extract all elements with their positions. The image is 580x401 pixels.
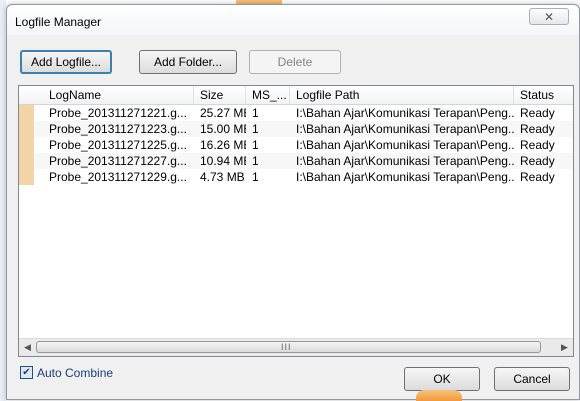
add-logfile-button[interactable]: Add Logfile... [20, 50, 112, 74]
row-gutter [19, 105, 34, 121]
cell-ms: 1 [252, 122, 259, 136]
scroll-left-button[interactable]: ◀ [19, 339, 36, 356]
cell-logfile-path: I:\Bahan Ajar\Komunikasi Terapan\Peng... [296, 106, 514, 120]
scroll-right-button[interactable]: ▶ [556, 339, 573, 356]
arrow-right-icon: ▶ [561, 342, 568, 352]
cell-ms: 1 [252, 154, 259, 168]
cell-ms: 1 [252, 138, 259, 152]
table-row[interactable]: Probe_201311271223.g... 15.00 MB 1 I:\Ba… [19, 121, 573, 137]
cell-status: Ready [520, 122, 555, 136]
list-header: LogName Size MS_... Logfile Path Status [19, 86, 573, 105]
cell-size: 10.94 MB [200, 154, 246, 168]
table-row[interactable]: Probe_201311271225.g... 16.26 MB 1 I:\Ba… [19, 137, 573, 153]
cell-ms: 1 [252, 106, 259, 120]
cell-logfile-path: I:\Bahan Ajar\Komunikasi Terapan\Peng... [296, 122, 514, 136]
cell-size: 15.00 MB [200, 122, 246, 136]
horizontal-scrollbar[interactable]: ◀ III ▶ [19, 338, 573, 356]
logfile-list[interactable]: LogName Size MS_... Logfile Path Status … [18, 85, 574, 357]
column-header-status[interactable]: Status [514, 86, 573, 104]
cell-logfile-path: I:\Bahan Ajar\Komunikasi Terapan\Peng... [296, 170, 514, 184]
title-bar: Logfile Manager ✕ [7, 5, 579, 35]
cell-logname: Probe_201311271225.g... [49, 138, 187, 152]
background-accent [416, 390, 462, 401]
column-header-logname[interactable]: LogName [34, 86, 194, 104]
grip-icon: III [281, 342, 292, 352]
logfile-manager-dialog: Logfile Manager ✕ Add Logfile... Add Fol… [6, 4, 580, 400]
table-row[interactable]: Probe_201311271227.g... 10.94 MB 1 I:\Ba… [19, 153, 573, 169]
cell-logfile-path: I:\Bahan Ajar\Komunikasi Terapan\Peng... [296, 154, 514, 168]
row-gutter [19, 137, 34, 153]
arrow-left-icon: ◀ [24, 342, 31, 352]
cell-size: 16.26 MB [200, 138, 246, 152]
table-row[interactable]: Probe_201311271229.g... 4.73 MB 1 I:\Bah… [19, 169, 573, 185]
checkmark-icon: ✔ [22, 367, 31, 378]
cell-logname: Probe_201311271221.g... [49, 106, 187, 120]
delete-button[interactable]: Delete [249, 50, 341, 74]
close-button[interactable]: ✕ [529, 8, 569, 25]
row-gutter [19, 153, 34, 169]
window-title: Logfile Manager [15, 15, 102, 29]
auto-combine-label: Auto Combine [37, 366, 114, 380]
column-header-logfile-path[interactable]: Logfile Path [290, 86, 514, 104]
cell-logname: Probe_201311271229.g... [49, 170, 187, 184]
column-header-ms[interactable]: MS_... [246, 86, 290, 104]
row-gutter [19, 121, 34, 137]
cell-status: Ready [520, 138, 555, 152]
cell-logname: Probe_201311271223.g... [49, 122, 187, 136]
cell-size: 25.27 MB [200, 106, 246, 120]
scrollbar-thumb[interactable]: III [36, 341, 541, 353]
table-row[interactable]: Probe_201311271221.g... 25.27 MB 1 I:\Ba… [19, 105, 573, 121]
cell-status: Ready [520, 170, 555, 184]
cell-size: 4.73 MB [200, 170, 245, 184]
row-gutter [19, 169, 34, 185]
close-icon: ✕ [543, 10, 555, 24]
add-folder-button[interactable]: Add Folder... [139, 50, 237, 74]
cancel-button[interactable]: Cancel [494, 367, 570, 391]
ok-button[interactable]: OK [404, 367, 480, 391]
cell-logfile-path: I:\Bahan Ajar\Komunikasi Terapan\Peng... [296, 138, 514, 152]
column-header-size[interactable]: Size [194, 86, 246, 104]
cell-status: Ready [520, 154, 555, 168]
cell-ms: 1 [252, 170, 259, 184]
cell-logname: Probe_201311271227.g... [49, 154, 187, 168]
auto-combine-checkbox[interactable]: ✔ [20, 366, 33, 379]
cell-status: Ready [520, 106, 555, 120]
